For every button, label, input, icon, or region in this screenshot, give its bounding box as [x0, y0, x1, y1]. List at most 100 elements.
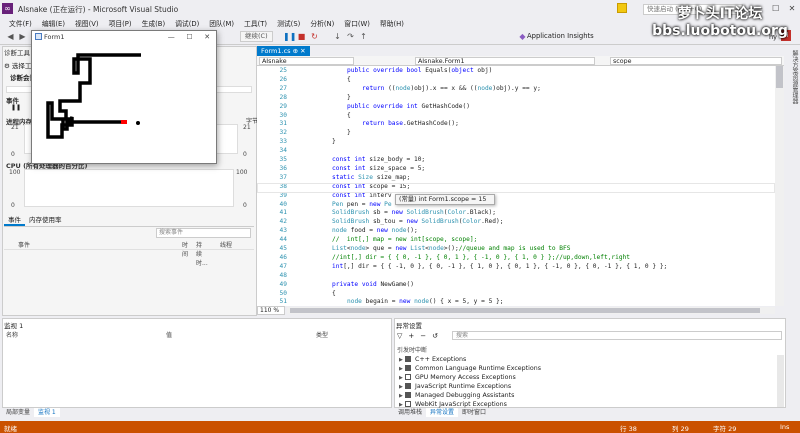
member-dropdown[interactable]: scope	[610, 57, 782, 65]
pin-icon[interactable]: ⊕	[293, 47, 298, 55]
close-tab-icon[interactable]: ✕	[300, 47, 305, 55]
exception-checkbox[interactable]	[405, 383, 411, 389]
vs-window: ∞ AIsnake (正在运行) - Microsoft Visual Stud…	[0, 0, 800, 433]
code-token: obj)	[477, 67, 493, 74]
exception-checkbox[interactable]	[405, 374, 411, 380]
watch-column-header[interactable]: 名称	[6, 330, 166, 339]
code-token: return	[362, 84, 389, 92]
code-token: override	[373, 102, 407, 110]
status-text: 就绪	[4, 425, 17, 433]
forward-icon[interactable]: ▶	[18, 32, 27, 41]
pause-events-icon[interactable]: ❚❚	[11, 104, 21, 111]
menu-item[interactable]: 窗口(W)	[339, 18, 375, 28]
exception-search-input[interactable]: 搜索	[452, 331, 782, 340]
exception-checkbox[interactable]	[405, 401, 411, 407]
events-column-header[interactable]: 事件	[4, 240, 168, 249]
menu-item[interactable]: 工具(T)	[239, 18, 272, 28]
exception-label: Common Language Runtime Exceptions	[415, 365, 542, 372]
exception-row[interactable]: ▶ Managed Debugging Assistants	[399, 391, 514, 400]
exception-row[interactable]: ▶ JavaScript Runtime Exceptions	[399, 382, 511, 391]
editor-horizontal-thumb[interactable]	[290, 308, 760, 313]
close-icon[interactable]: ✕	[204, 33, 210, 41]
app-insights-button[interactable]: Application Insights	[527, 32, 594, 40]
add-icon[interactable]: +	[408, 332, 414, 340]
menu-item[interactable]: 测试(S)	[272, 18, 305, 28]
exception-row[interactable]: ▶ Common Language Runtime Exceptions	[399, 364, 541, 373]
class-dropdown[interactable]: AIsnake.Form1	[415, 57, 595, 65]
code-line[interactable]: 51 node begain = new node() { x = 5, y = …	[257, 297, 775, 306]
visual-studio-logo-icon: ∞	[2, 3, 13, 14]
code-token: Pen	[332, 200, 347, 208]
diagnostic-tab[interactable]: 内存使用率	[25, 214, 66, 226]
exception-checkbox[interactable]	[405, 365, 411, 371]
exception-settings-title: 异常设置	[396, 322, 422, 330]
exception-label: JavaScript Runtime Exceptions	[415, 383, 512, 390]
code-token: //int[,] dir = { { 0, -1 }, { 0, 1 }, { …	[332, 253, 631, 261]
editor-vertical-scrollbar[interactable]	[775, 66, 784, 306]
restore-icon[interactable]: ↺	[432, 332, 438, 340]
watch-column-header[interactable]: 值	[166, 330, 316, 339]
solution-explorer-side-tab[interactable]: 解决方案资源管理器	[786, 50, 799, 120]
code-token: .GetHashCode();	[402, 120, 459, 128]
filter-icon[interactable]: ▽	[397, 332, 402, 340]
exception-label: WebKit JavaScript Exceptions	[415, 401, 507, 408]
bottom-left-tabs: 局部变量 监视 1	[2, 408, 392, 417]
remove-icon[interactable]: −	[420, 332, 426, 340]
code-token: new	[369, 200, 385, 208]
menu-item[interactable]: 分析(N)	[305, 18, 339, 28]
project-dropdown[interactable]: AIsnake	[259, 57, 354, 65]
snake-body	[46, 53, 141, 139]
exception-scrollbar[interactable]	[777, 355, 784, 407]
form1-window[interactable]: Form1 — ☐ ✕	[31, 30, 217, 164]
pause-icon[interactable]: ❚❚	[283, 32, 296, 41]
tab-form1-cs[interactable]: Form1.cs ⊕ ✕	[257, 46, 310, 56]
bottom-tab[interactable]: 调用堆栈	[394, 408, 426, 417]
code-token: ((	[388, 84, 396, 92]
diagnostic-tabs: 事件 内存使用率	[4, 214, 254, 227]
watch-column-header[interactable]: 类型	[316, 330, 386, 339]
menu-item[interactable]: 帮助(H)	[375, 18, 409, 28]
back-icon[interactable]: ◀	[6, 32, 15, 41]
menu-item[interactable]: 调试(D)	[170, 18, 204, 28]
step-out-icon[interactable]: ↑	[359, 32, 368, 41]
exception-row[interactable]: ▶ C++ Exceptions	[399, 355, 466, 364]
code-token: {	[332, 289, 336, 297]
events-search-input[interactable]: 搜索事件	[156, 228, 251, 238]
menu-item[interactable]: 团队(M)	[204, 18, 239, 28]
continue-button[interactable]: 继续(C)	[240, 31, 273, 42]
events-column-header[interactable]: 时间	[168, 240, 188, 258]
step-into-icon[interactable]: ↓	[333, 32, 342, 41]
zoom-dropdown[interactable]: 110 %	[257, 306, 285, 315]
menu-item[interactable]: 项目(P)	[104, 18, 137, 28]
code-token: {	[347, 111, 351, 119]
bottom-tab[interactable]: 监视 1	[34, 408, 60, 417]
diagnostic-tab[interactable]: 事件	[4, 214, 25, 226]
events-column-header[interactable]: 线程	[206, 240, 236, 249]
code-token: }	[332, 138, 336, 146]
exception-checkbox[interactable]	[405, 392, 411, 398]
exception-checkbox[interactable]	[405, 356, 411, 362]
exception-row[interactable]: ▶ GPU Memory Access Exceptions	[399, 373, 516, 382]
events-column-header[interactable]: 持续时...	[182, 240, 208, 267]
code-token: int	[354, 156, 370, 163]
menu-item[interactable]: 生成(B)	[137, 18, 171, 28]
code-token: node	[477, 84, 493, 92]
editor-scroll-thumb[interactable]	[776, 66, 783, 88]
stop-icon[interactable]: ■	[297, 32, 306, 41]
code-token: List	[332, 245, 347, 252]
maximize-icon[interactable]: ☐	[186, 33, 192, 41]
code-token: () { x = 5, y = 5 };	[428, 298, 504, 306]
cpu-chart	[24, 169, 234, 207]
restart-icon[interactable]: ↻	[310, 32, 319, 41]
watch-title: 监视 1	[4, 322, 24, 330]
menu-item[interactable]: 编辑(E)	[37, 18, 70, 28]
menu-item[interactable]: 视图(V)	[70, 18, 104, 28]
menu-item[interactable]: 文件(F)	[4, 18, 37, 28]
bottom-tab[interactable]: 异常设置	[426, 408, 459, 417]
minimize-icon[interactable]: —	[168, 33, 175, 41]
step-over-icon[interactable]: ↷	[346, 32, 355, 41]
bottom-tab[interactable]: 局部变量	[2, 408, 34, 417]
notification-flag-icon[interactable]	[617, 3, 627, 13]
bottom-tab[interactable]: 即时窗口	[458, 408, 490, 417]
snake-game-canvas[interactable]	[43, 43, 143, 158]
